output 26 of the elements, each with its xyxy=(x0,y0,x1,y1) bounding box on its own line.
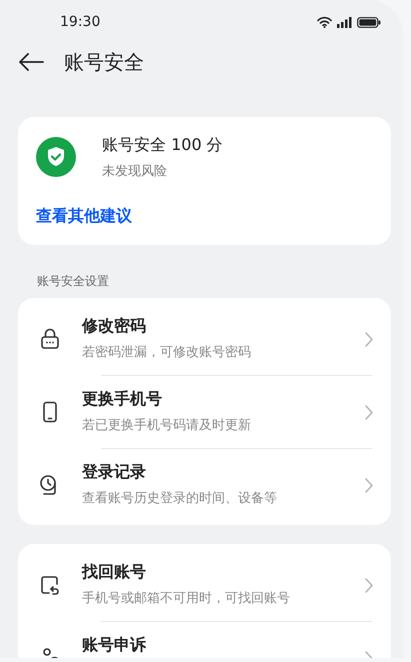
shield-check-icon xyxy=(36,137,76,177)
score-subtitle: 未发现风险 xyxy=(102,163,168,180)
item-title: 登录记录 xyxy=(82,462,147,483)
item-title: 修改密码 xyxy=(82,316,147,337)
item-subtitle: 手机号或邮箱不可用时，可找回账号 xyxy=(82,590,291,607)
item-title: 找回账号 xyxy=(82,562,147,583)
wifi-icon xyxy=(317,16,332,28)
item-subtitle: 若密码泄漏，可修改账号密码 xyxy=(82,344,252,361)
battery-icon xyxy=(357,16,381,28)
status-time: 19:30 xyxy=(60,14,100,30)
item-title: 账号申诉 xyxy=(82,635,147,656)
settings-item[interactable]: 修改密码 若密码泄漏，可修改账号密码 xyxy=(18,302,391,375)
lock-icon xyxy=(38,327,62,351)
page-title: 账号安全 xyxy=(64,48,144,76)
section-label: 账号安全设置 xyxy=(36,273,110,290)
back-button[interactable] xyxy=(18,52,46,72)
item-subtitle: 查看账号历史登录的时间、设备等 xyxy=(82,490,278,507)
score-title: 账号安全 100 分 xyxy=(102,135,223,156)
settings-item[interactable]: 账号申诉 xyxy=(18,621,391,658)
settings-item[interactable]: 登录记录 查看账号历史登录的时间、设备等 xyxy=(18,448,391,521)
signal-icon xyxy=(337,16,352,28)
settings-item[interactable]: 更换手机号 若已更换手机号码请及时更新 xyxy=(18,375,391,448)
settings-item[interactable]: 找回账号 手机号或邮箱不可用时，可找回账号 xyxy=(18,548,391,621)
item-subtitle: 若已更换手机号码请及时更新 xyxy=(82,417,252,434)
suggestions-link[interactable]: 查看其他建议 xyxy=(36,206,132,227)
item-title: 更换手机号 xyxy=(82,389,163,410)
